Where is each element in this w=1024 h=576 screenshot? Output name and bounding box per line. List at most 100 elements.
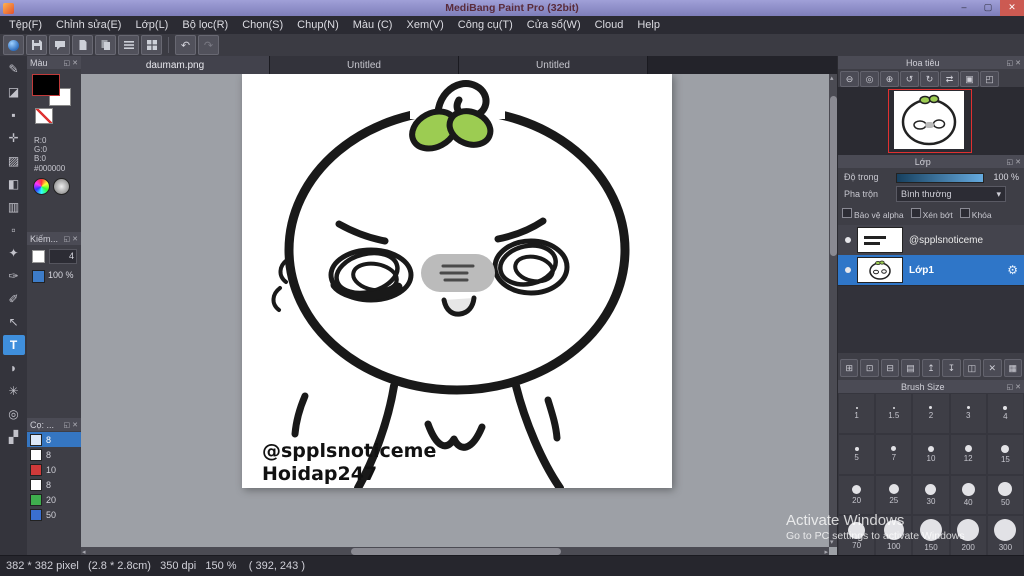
menu-select[interactable]: Chọn(S) <box>235 16 290 34</box>
text-tool-icon[interactable]: T <box>2 335 25 355</box>
magic-wand-tool-icon[interactable]: ✦ <box>3 243 25 263</box>
horizontal-scroll-thumb[interactable] <box>351 548 561 555</box>
panel-close-icon[interactable]: ✕ <box>1015 383 1021 391</box>
eyedropper-tool-icon[interactable]: ◗ <box>3 358 25 378</box>
redo-button[interactable]: ↷ <box>198 35 219 55</box>
blend-mode-dropdown[interactable]: Bình thường ▾ <box>896 186 1006 202</box>
drawing-canvas[interactable]: @spplsnoticeme Hoidap247 <box>242 74 672 488</box>
brush-size-option[interactable]: 30 <box>912 474 950 516</box>
navigator-preview[interactable] <box>838 87 1024 155</box>
brush-size-option[interactable]: 15 <box>986 433 1024 475</box>
select-eraser-tool-icon[interactable]: ✐ <box>3 289 25 309</box>
menu-view[interactable]: Xem(V) <box>399 16 450 34</box>
clear-layer-button[interactable]: ◫ <box>962 359 982 377</box>
menu-file[interactable]: Tệp(F) <box>2 16 49 34</box>
menu-help[interactable]: Help <box>630 16 667 34</box>
brush-size-option[interactable]: 150 <box>912 515 950 556</box>
divide-tool-icon[interactable]: ▞ <box>3 427 25 447</box>
brush-size-option[interactable]: 2 <box>912 393 950 434</box>
brush-size-option[interactable]: 200 <box>949 515 987 556</box>
transparent-color-swatch[interactable] <box>35 108 53 124</box>
panel-float-icon[interactable]: ◱ <box>1007 59 1014 67</box>
brush-size-option[interactable]: 300 <box>986 515 1024 556</box>
minimize-button[interactable]: – <box>952 0 976 16</box>
new-layer-button[interactable]: ⊞ <box>840 359 859 377</box>
rotate-left-button[interactable]: ↺ <box>900 71 919 87</box>
zoom-out-button[interactable]: ⊖ <box>840 71 859 87</box>
menu-layer[interactable]: Lớp(L) <box>128 16 175 34</box>
color-wheel-icon[interactable] <box>33 178 50 195</box>
menu-tools[interactable]: Công cụ(T) <box>451 16 520 34</box>
brush-color-button[interactable] <box>3 35 24 55</box>
brush-size-option[interactable]: 3 <box>949 393 987 434</box>
brush-size-option[interactable]: 50 <box>986 474 1024 516</box>
brush-size-option[interactable]: 12 <box>949 433 987 475</box>
menu-cloud[interactable]: Cloud <box>588 16 631 34</box>
panel-close-icon[interactable]: ✕ <box>72 235 78 243</box>
grid-view-button[interactable] <box>141 35 162 55</box>
menu-capture[interactable]: Chụp(N) <box>290 16 346 34</box>
vertical-scroll-thumb[interactable] <box>830 96 837 256</box>
move-layer-down-button[interactable]: ↧ <box>942 359 961 377</box>
flip-button[interactable]: ⇄ <box>940 71 959 87</box>
chat-button[interactable] <box>49 35 70 55</box>
lock-checkbox[interactable]: Khóa <box>959 208 992 220</box>
brush-size-option[interactable]: 70 <box>838 515 876 556</box>
panel-close-icon[interactable]: ✕ <box>72 421 78 429</box>
brush-list-item[interactable]: 8 <box>27 432 81 447</box>
undo-button[interactable]: ↶ <box>175 35 196 55</box>
document-tab[interactable]: Untitled <box>270 56 459 74</box>
brush-size-value[interactable]: 4 <box>49 249 77 264</box>
fill-tool-icon[interactable]: ▨ <box>3 151 25 171</box>
merge-layer-button[interactable]: ⊟ <box>880 359 900 377</box>
scroll-down-icon[interactable]: ▾ <box>830 538 834 547</box>
maximize-button[interactable]: ▢ <box>976 0 1000 16</box>
menu-edit[interactable]: Chỉnh sửa(E) <box>49 16 128 34</box>
zoom-in-button[interactable]: ⊕ <box>880 71 899 87</box>
zoom-100-button[interactable]: ◎ <box>860 71 879 87</box>
panel-float-icon[interactable]: ◱ <box>64 235 71 243</box>
brush-opacity-swatch[interactable] <box>32 270 45 283</box>
menu-filter[interactable]: Bộ lọc(R) <box>175 16 235 34</box>
foreground-color-swatch[interactable] <box>32 74 60 96</box>
opacity-slider[interactable] <box>896 173 984 183</box>
panel-close-icon[interactable]: ✕ <box>1015 59 1021 67</box>
layer-visibility-icon[interactable] <box>845 237 851 243</box>
zoom-tool-icon[interactable]: ◎ <box>3 404 25 424</box>
brush-list-item[interactable]: 10 <box>27 462 81 477</box>
close-button[interactable]: ✕ <box>1000 0 1024 16</box>
save-button[interactable] <box>26 35 47 55</box>
delete-layer-button[interactable]: ✕ <box>983 359 1002 377</box>
bucket-tool-icon[interactable]: ◧ <box>3 174 25 194</box>
reset-view-button[interactable]: ◰ <box>980 71 999 87</box>
layer-settings-button[interactable]: ▦ <box>1003 359 1022 377</box>
brush-size-option[interactable]: 100 <box>875 515 913 556</box>
brush-size-option[interactable]: 4 <box>986 393 1024 434</box>
document-tab[interactable]: daumam.png <box>81 56 270 74</box>
rotate-right-button[interactable]: ↻ <box>920 71 939 87</box>
layer-row[interactable]: Lớp1 ⚙ <box>838 255 1024 286</box>
layer-folder-button[interactable]: ▤ <box>901 359 920 377</box>
dot-tool-icon[interactable]: ▪ <box>3 105 25 125</box>
panel-float-icon[interactable]: ◱ <box>64 421 71 429</box>
new-document-button[interactable] <box>72 35 93 55</box>
brush-list-item[interactable]: 50 <box>27 507 81 522</box>
document-tab[interactable]: Untitled <box>459 56 648 74</box>
brush-list-item[interactable]: 8 <box>27 447 81 462</box>
gradient-tool-icon[interactable]: ▥ <box>3 197 25 217</box>
brush-size-option[interactable]: 5 <box>838 433 876 475</box>
brush-list-item[interactable]: 8 <box>27 477 81 492</box>
brush-size-option[interactable]: 25 <box>875 474 913 516</box>
protect-alpha-checkbox[interactable]: Bảo vệ alpha <box>842 208 904 220</box>
brush-size-option[interactable]: 10 <box>912 433 950 475</box>
operation-tool-icon[interactable]: ↖ <box>3 312 25 332</box>
canvas-viewport[interactable]: @spplsnoticeme Hoidap247 <box>81 74 829 547</box>
move-layer-up-button[interactable]: ↥ <box>921 359 941 377</box>
pages-button[interactable] <box>95 35 116 55</box>
hand-tool-icon[interactable]: ✳ <box>3 381 25 401</box>
brush-size-swatch[interactable] <box>32 250 45 263</box>
fit-window-button[interactable]: ▣ <box>960 71 979 87</box>
panel-float-icon[interactable]: ◱ <box>1007 158 1014 166</box>
select-tool-icon[interactable]: ▫ <box>3 220 25 240</box>
select-pen-tool-icon[interactable]: ✑ <box>3 266 25 286</box>
